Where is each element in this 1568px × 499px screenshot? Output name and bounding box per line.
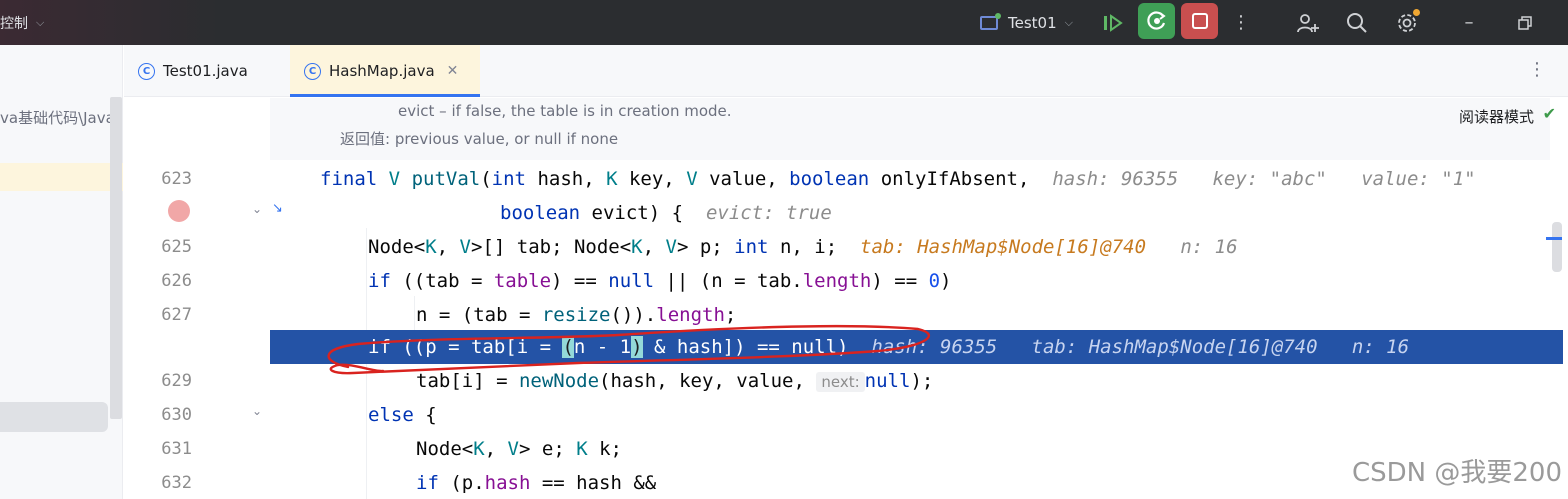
more-vertical-icon: ⋮ <box>1232 12 1250 33</box>
rerun-debug-button[interactable] <box>1138 3 1175 39</box>
code-line[interactable]: 627 n = (tab = resize()).length; <box>124 298 1568 332</box>
resume-icon <box>1104 13 1123 32</box>
line-number: 627 <box>161 305 192 325</box>
stop-icon <box>1191 13 1208 29</box>
settings-button[interactable] <box>1388 0 1426 45</box>
code-text: final V putVal(int hash, K key, V value,… <box>320 168 1476 190</box>
code-line[interactable]: 625 Node<K, V>[] tab; Node<K, V> p; int … <box>124 230 1568 264</box>
more-vertical-icon[interactable]: ⋮ <box>1528 59 1546 80</box>
panel-scrollbar[interactable] <box>110 97 122 419</box>
doc-return: 返回值: previous value, or null if none <box>340 130 619 148</box>
line-number: 623 <box>161 169 192 189</box>
rendered-javadoc: evict – if false, the table is in creati… <box>270 98 1556 160</box>
watermark: CSDN @我要200 <box>1351 458 1562 488</box>
parameter-name-hint: next: <box>816 372 865 392</box>
check-icon: ✔ <box>1542 104 1556 123</box>
code-line[interactable]: 629 tab[i] = newNode(hash, key, value, n… <box>124 364 1568 398</box>
hovered-tree-row[interactable] <box>0 402 108 432</box>
step-into-icon[interactable]: ↘ <box>272 201 283 216</box>
line-number: 632 <box>161 473 192 493</box>
close-icon[interactable]: ✕ <box>447 63 459 79</box>
title-bar: 控制 ⌵ Test01 ⌵ ⋮ – <box>0 0 1568 45</box>
debug-value-hint: n: 16 <box>1351 336 1410 358</box>
tab-label: Test01.java <box>163 62 248 80</box>
line-number: 631 <box>161 439 192 459</box>
tab-label: HashMap.java <box>329 62 435 80</box>
code-line-current[interactable]: 628 if ((p = tab[i = (n - 1) & hash]) ==… <box>124 330 1568 364</box>
minimize-icon: – <box>1464 12 1474 33</box>
editor-tab-bar: C Test01.java C HashMap.java ✕ ⋮ <box>124 45 1568 97</box>
code-text: Node<K, V> e; K k; <box>416 438 622 460</box>
debug-value-hint: n: 16 <box>1180 236 1238 258</box>
code-text: Node<K, V>[] tab; Node<K, V> p; int n, i… <box>368 236 1238 258</box>
reader-mode-toggle[interactable]: 阅读器模式 <box>1459 106 1534 127</box>
more-actions-button[interactable]: ⋮ <box>1222 0 1260 45</box>
project-panel: va基础代码\JavaI <box>0 45 123 499</box>
code-text: if ((p = tab[i = (n - 1) & hash]) == nul… <box>368 336 1410 358</box>
fold-chevron-icon[interactable]: ⌄ <box>252 202 262 216</box>
line-number: 629 <box>161 371 192 391</box>
debug-value-hint: tab: HashMap$Node[16]@740 <box>1031 336 1318 358</box>
restore-icon <box>1518 15 1532 30</box>
debug-value-hint: hash: 96355 <box>1052 168 1179 190</box>
stop-button[interactable] <box>1181 3 1218 39</box>
line-number: 626 <box>161 271 192 291</box>
code-line[interactable]: boolean evict) { evict: true <box>124 196 1568 230</box>
debug-value-hint: key: "abc" <box>1212 168 1327 190</box>
debug-value-hint: tab: HashMap$Node[16]@740 <box>860 236 1147 258</box>
run-config-icon <box>980 12 1001 30</box>
line-number: 628 <box>161 337 192 357</box>
resume-program-button[interactable] <box>1094 0 1132 45</box>
run-configuration-selector[interactable]: Test01 ⌵ <box>980 0 1073 45</box>
code-text: else { <box>368 404 437 426</box>
line-number: 625 <box>161 237 192 257</box>
editor-scrollbar[interactable] <box>1552 222 1562 272</box>
code-line[interactable]: 623 final V putVal(int hash, K key, V va… <box>124 162 1568 196</box>
breakpoint-icon[interactable] <box>168 200 190 222</box>
code-text: if ((tab = table) == null || (n = tab.le… <box>368 270 952 292</box>
code-text: boolean evict) { evict: true <box>500 202 832 224</box>
debug-value-hint: value: "1" <box>1361 168 1476 190</box>
add-user-icon <box>1297 13 1319 32</box>
code-line[interactable]: 626 if ((tab = table) == null || (n = ta… <box>124 264 1568 298</box>
code-editor[interactable]: evict – if false, the table is in creati… <box>124 98 1568 499</box>
restore-button[interactable] <box>1506 0 1544 45</box>
tab-hashmap[interactable]: C HashMap.java ✕ <box>290 45 480 97</box>
chevron-down-icon: ⌵ <box>1064 15 1073 29</box>
notification-dot <box>1413 9 1420 16</box>
matched-paren: ( <box>562 336 574 358</box>
tab-test01[interactable]: C Test01.java <box>124 45 290 97</box>
code-text: if (p.hash == hash && <box>416 472 657 494</box>
code-text: n = (tab = resize()).length; <box>416 304 737 326</box>
fold-chevron-icon[interactable]: ⌄ <box>252 404 262 418</box>
main-menu[interactable]: 控制 ⌵ <box>0 0 44 45</box>
rerun-icon <box>1146 11 1166 30</box>
doc-param-evict: evict – if false, the table is in creati… <box>398 102 732 120</box>
scroll-marker <box>1546 237 1562 240</box>
debug-value-hint: hash: 96355 <box>871 336 998 358</box>
project-path[interactable]: va基础代码\JavaI <box>0 107 119 128</box>
run-config-label: Test01 <box>1008 13 1057 32</box>
search-icon <box>1347 12 1367 33</box>
line-number: 630 <box>161 405 192 425</box>
matched-paren: ) <box>631 336 643 358</box>
selected-tree-row[interactable] <box>0 163 123 191</box>
chevron-down-icon: ⌵ <box>36 15 45 29</box>
class-icon: C <box>304 62 321 80</box>
menu-label: 控制 <box>0 15 28 32</box>
code-with-me-button[interactable] <box>1289 0 1327 45</box>
code-line[interactable]: 630 else { <box>124 398 1568 432</box>
search-button[interactable] <box>1338 0 1376 45</box>
code-text: tab[i] = newNode(hash, key, value, next:… <box>416 370 934 392</box>
debug-value-hint: evict: true <box>705 202 832 224</box>
minimize-button[interactable]: – <box>1450 0 1488 45</box>
class-icon: C <box>138 62 155 80</box>
